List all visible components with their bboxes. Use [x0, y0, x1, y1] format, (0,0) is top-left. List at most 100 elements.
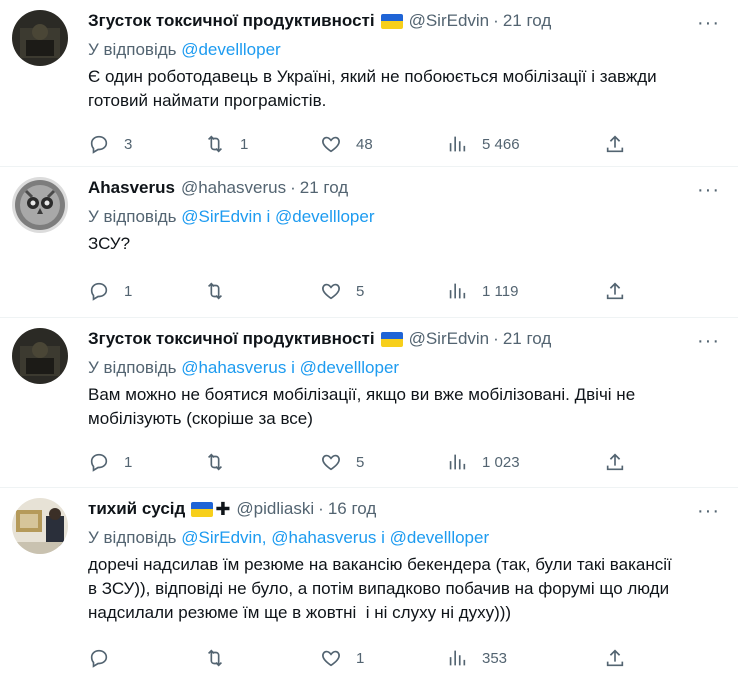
tweet-text: Вам можно не боятися мобілізації, якщо в…	[88, 385, 636, 428]
share-button[interactable]	[604, 133, 626, 155]
more-icon[interactable]: ···	[697, 179, 720, 202]
views-button[interactable]: 1 023	[446, 451, 604, 473]
views-button[interactable]: 1 119	[446, 280, 604, 302]
action-bar: 1 5 1 119	[88, 272, 714, 310]
like-count: 1	[356, 649, 365, 667]
timestamp[interactable]: 21 год	[503, 329, 551, 349]
reply-count: 3	[124, 135, 133, 153]
views-icon	[449, 454, 466, 470]
views-button[interactable]: 353	[446, 647, 604, 669]
like-count: 5	[356, 282, 365, 300]
reply-count: 1	[124, 453, 133, 471]
reply-button[interactable]: 3	[88, 133, 204, 155]
heart-icon	[322, 283, 340, 300]
views-button[interactable]: 5 466	[446, 133, 604, 155]
mention-link[interactable]: @hahasverus	[181, 358, 286, 377]
timestamp[interactable]: 16 год	[328, 499, 376, 519]
avatar[interactable]	[12, 498, 68, 554]
ukraine-flag-icon	[380, 331, 403, 347]
like-button[interactable]: 5	[320, 280, 446, 302]
tweet-text: Є один роботодавець в Україні, який не п…	[88, 67, 657, 110]
action-bar: 1 353	[88, 639, 714, 677]
reply-button[interactable]: 1	[88, 451, 204, 473]
retweet-icon	[207, 135, 223, 153]
retweet-button[interactable]	[204, 647, 320, 669]
cross-icon: ✚	[215, 498, 231, 519]
more-icon[interactable]: ···	[697, 12, 720, 35]
share-button[interactable]	[604, 280, 626, 302]
retweet-icon	[207, 649, 223, 667]
reply-icon	[90, 282, 108, 301]
reply-context: У відповідь @devellloper	[88, 40, 281, 59]
more-icon[interactable]: ···	[697, 330, 720, 353]
reply-context: У відповідь @SirEdvin і @devellloper	[88, 207, 375, 226]
retweet-count: 1	[240, 135, 249, 153]
heart-icon	[322, 136, 340, 153]
like-count: 5	[356, 453, 365, 471]
author-name[interactable]: Ahasverus	[88, 178, 175, 198]
tweet[interactable]: Ahasverus @hahasverus · 21 год ··· У від…	[0, 167, 738, 318]
ukraine-flag-icon	[380, 13, 403, 29]
tweet[interactable]: Згусток токсичної продуктивності @SirEdv…	[0, 318, 738, 488]
avatar[interactable]	[12, 328, 68, 384]
separator-dot: ·	[290, 178, 296, 197]
avatar[interactable]	[12, 10, 68, 66]
reply-button[interactable]: 1	[88, 280, 204, 302]
reply-count: 1	[124, 282, 133, 300]
tweet-text: ЗСУ?	[88, 234, 131, 253]
view-count: 5 466	[482, 135, 520, 153]
like-button[interactable]: 5	[320, 451, 446, 473]
author-handle[interactable]: @hahasverus	[181, 178, 286, 198]
reply-icon	[90, 135, 108, 154]
author-name[interactable]: Згусток токсичної продуктивності	[88, 329, 375, 349]
author-handle[interactable]: @pidliaski	[236, 499, 314, 519]
separator-dot: ·	[493, 329, 499, 348]
heart-icon	[322, 454, 340, 471]
avatar[interactable]	[12, 177, 68, 233]
views-icon	[449, 136, 466, 152]
mention-link[interactable]: @hahasverus	[271, 528, 376, 547]
retweet-button[interactable]: 1	[204, 133, 320, 155]
separator-dot: ·	[493, 11, 499, 30]
retweet-icon	[207, 453, 223, 471]
retweet-icon	[207, 282, 223, 300]
mention-link[interactable]: @SirEdvin	[181, 207, 262, 226]
views-icon	[449, 283, 466, 299]
view-count: 353	[482, 649, 508, 667]
share-button[interactable]	[604, 451, 626, 473]
tweet-text: доречі надсилав їм резюме на вакансію бе…	[88, 555, 672, 622]
reply-context: У відповідь @hahasverus і @devellloper	[88, 358, 400, 377]
tweet[interactable]: Згусток токсичної продуктивності @SirEdv…	[0, 0, 738, 167]
mention-link[interactable]: @SirEdvin,	[181, 528, 266, 547]
tweet[interactable]: тихий сусід ✚ @pidliaski · 16 год ··· У …	[0, 488, 738, 683]
mention-link[interactable]: @devellloper	[181, 40, 280, 59]
reply-context: У відповідь @SirEdvin, @hahasverus і @de…	[88, 528, 490, 547]
more-icon[interactable]: ···	[697, 500, 720, 523]
mention-link[interactable]: @devellloper	[300, 358, 399, 377]
timestamp[interactable]: 21 год	[300, 178, 348, 198]
ukraine-flag-icon	[191, 501, 214, 517]
like-button[interactable]: 1	[320, 647, 446, 669]
heart-icon	[322, 650, 340, 667]
view-count: 1 023	[482, 453, 520, 471]
retweet-button[interactable]	[204, 280, 320, 302]
mention-link[interactable]: @devellloper	[275, 207, 374, 226]
share-icon	[606, 453, 624, 471]
author-handle[interactable]: @SirEdvin	[409, 11, 490, 31]
mention-link[interactable]: @devellloper	[390, 528, 489, 547]
timestamp[interactable]: 21 год	[503, 11, 551, 31]
reply-icon	[90, 649, 108, 668]
reply-icon	[90, 453, 108, 472]
share-button[interactable]	[604, 647, 626, 669]
author-name[interactable]: тихий сусід	[88, 499, 185, 519]
reply-button[interactable]	[88, 647, 204, 669]
like-button[interactable]: 48	[320, 133, 446, 155]
action-bar: 3 1 48 5 466	[88, 125, 714, 163]
author-name[interactable]: Згусток токсичної продуктивності	[88, 11, 375, 31]
like-count: 48	[356, 135, 373, 153]
separator-dot: ·	[318, 499, 324, 518]
author-handle[interactable]: @SirEdvin	[409, 329, 490, 349]
retweet-button[interactable]	[204, 451, 320, 473]
share-icon	[606, 282, 624, 300]
share-icon	[606, 135, 624, 153]
